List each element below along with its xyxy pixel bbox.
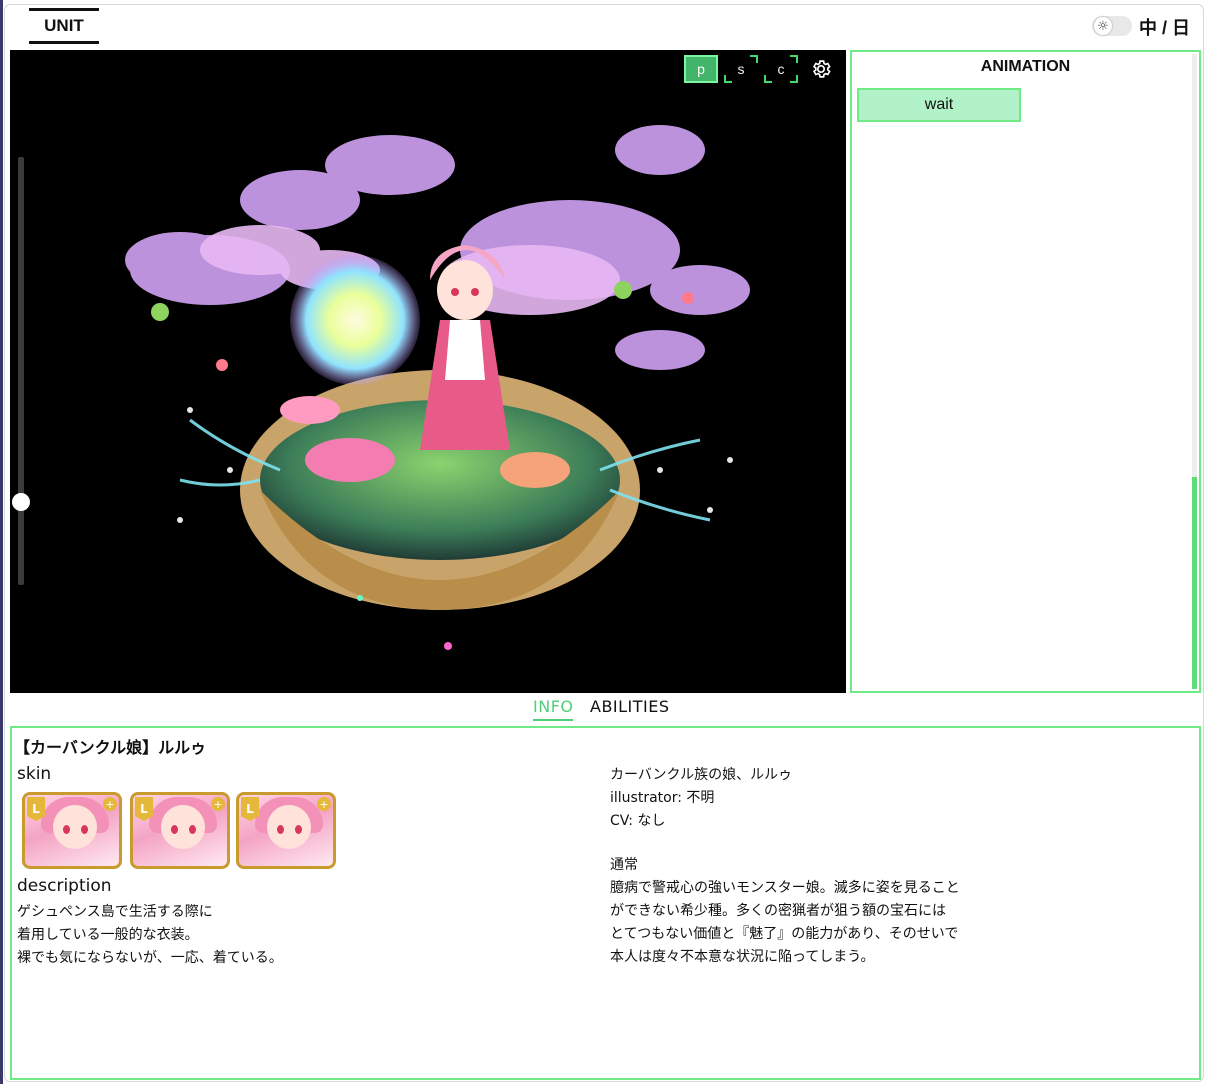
view-button-s-label: s xyxy=(737,61,745,77)
view-button-c-label: c xyxy=(777,61,785,77)
description-line: 着用している一般的な衣装。 xyxy=(17,927,199,943)
language-switch[interactable]: 中 / 日 xyxy=(1139,14,1190,40)
character-artwork xyxy=(125,125,750,650)
tab-info[interactable]: INFO xyxy=(533,697,574,721)
animation-title: ANIMATION xyxy=(980,58,1071,75)
story-line: ができない希少種。多くの密猟者が狙う額の宝石には xyxy=(610,903,946,919)
story-title: 通常 xyxy=(610,857,638,873)
animation-scrollbar-thumb[interactable] xyxy=(1192,477,1197,689)
zoom-slider-handle[interactable] xyxy=(12,493,30,511)
view-button-c[interactable]: c xyxy=(764,55,798,83)
plus-icon: + xyxy=(317,797,331,811)
character-viewer[interactable] xyxy=(10,50,846,693)
plus-icon: + xyxy=(103,797,117,811)
skin-thumbnail-2[interactable]: L + xyxy=(130,792,230,869)
rarity-badge: L xyxy=(135,797,153,821)
description-line: 裸でも気にならないが、一応、着ている。 xyxy=(17,950,283,966)
rarity-badge: L xyxy=(241,797,259,821)
skin-thumbnail-1[interactable]: L + xyxy=(22,792,122,869)
window-edge xyxy=(0,0,3,1084)
illustrator-line: illustrator: 不明 xyxy=(610,790,715,806)
skin-label: skin xyxy=(17,764,52,784)
cv-line: CV: なし xyxy=(610,813,666,829)
zoom-slider-track[interactable] xyxy=(18,157,24,585)
sun-icon: ☼ xyxy=(1094,17,1112,35)
skin-thumbnail-3[interactable]: L + xyxy=(236,792,336,869)
tab-abilities[interactable]: ABILITIES xyxy=(590,697,670,716)
description-line: ゲシュペンス島で生活する際に xyxy=(17,904,213,920)
gear-icon[interactable] xyxy=(810,58,832,80)
story-line: 臆病で警戒心の強いモンスター娘。滅多に姿を見ること xyxy=(610,880,960,896)
theme-toggle[interactable]: ☼ xyxy=(1092,16,1132,36)
profile-line: カーバンクル族の娘、ルルゥ xyxy=(610,767,793,783)
rarity-badge: L xyxy=(27,797,45,821)
animation-item-wait[interactable]: wait xyxy=(857,88,1021,122)
unit-name: 【カーバンクル娘】ルルゥ xyxy=(14,740,207,757)
story-line: 本人は度々不本意な状況に陥ってしまう。 xyxy=(610,949,875,965)
animation-panel: ANIMATION wait xyxy=(850,50,1201,693)
view-button-p[interactable]: p xyxy=(684,55,718,83)
plus-icon: + xyxy=(211,797,225,811)
tab-unit[interactable]: UNIT xyxy=(29,8,99,44)
description-label: description xyxy=(17,876,112,896)
story-line: とてつもない価値と『魅了』の能力があり、そのせいで xyxy=(610,926,959,942)
view-button-s[interactable]: s xyxy=(724,55,758,83)
